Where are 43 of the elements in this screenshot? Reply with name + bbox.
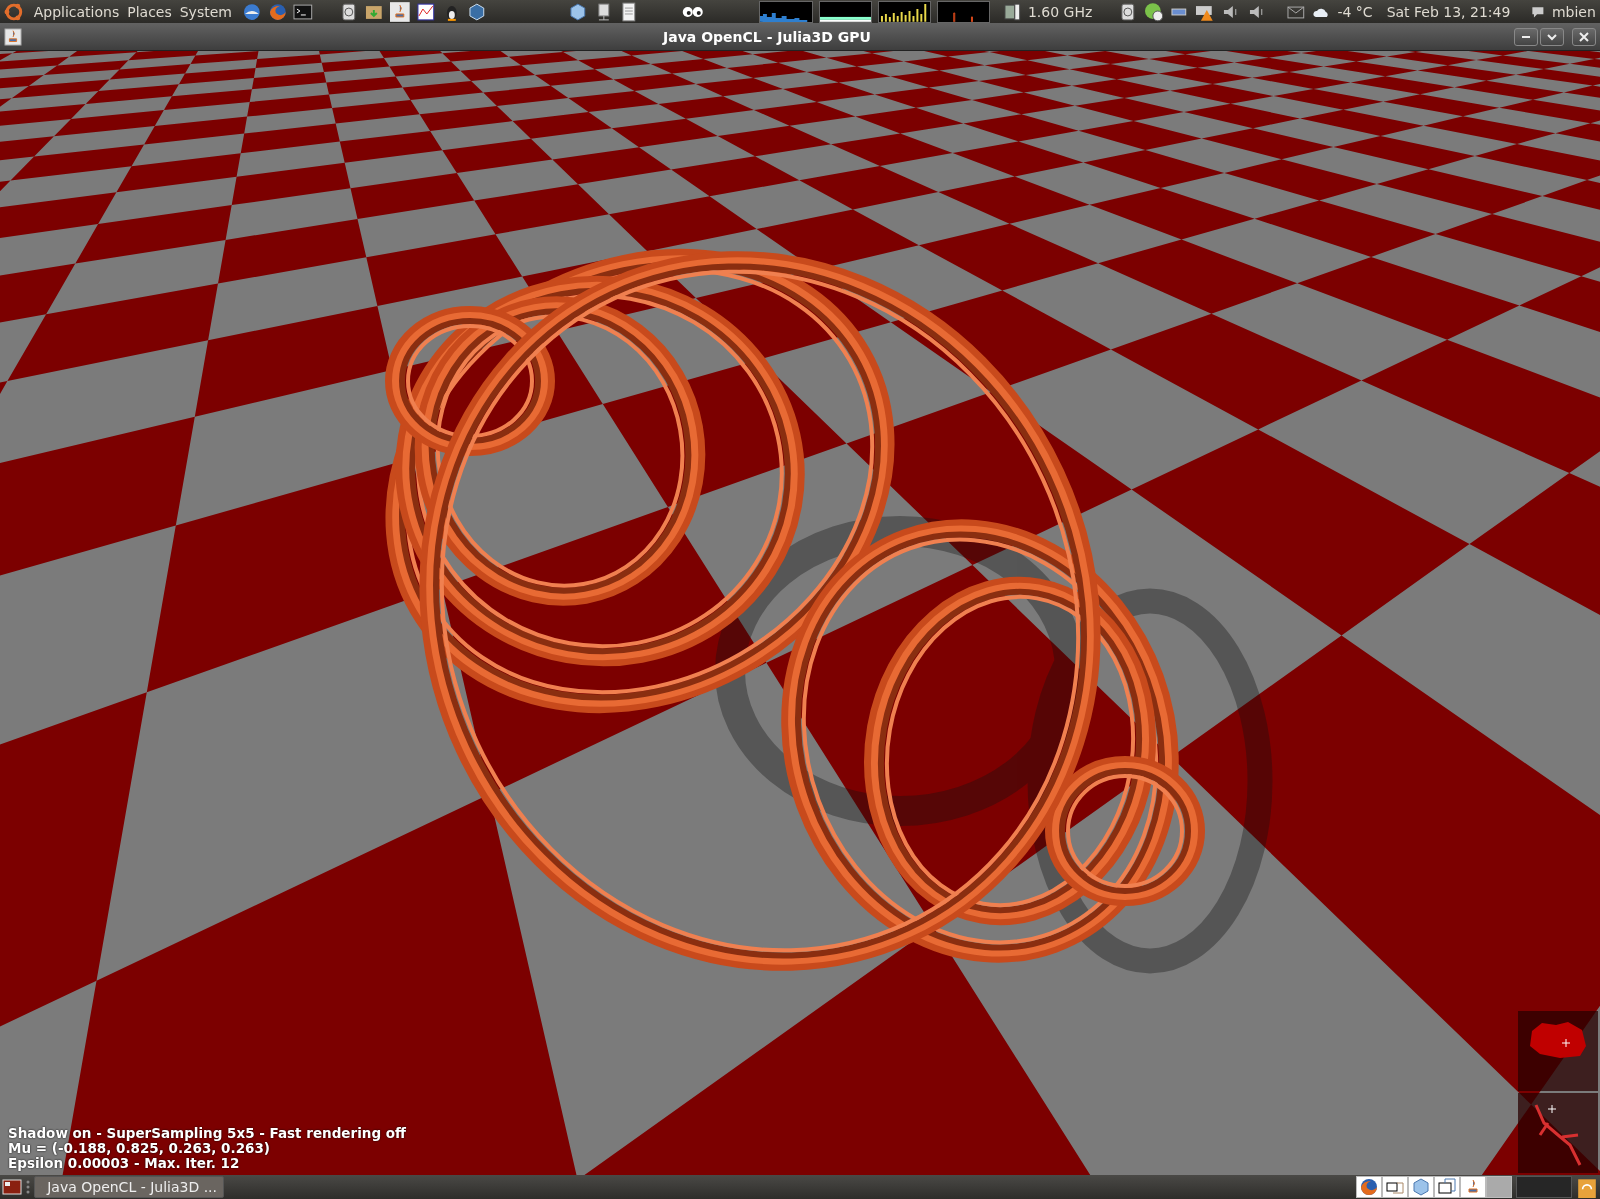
chart-icon[interactable]: [415, 1, 436, 22]
network-load-graph: [759, 0, 813, 23]
status-line: Shadow on - SuperSampling 5x5 - Fast rendering off: [8, 1126, 406, 1141]
memory-load-graph: [818, 0, 872, 23]
terminal-icon[interactable]: [293, 1, 313, 22]
clock[interactable]: Sat Feb 13, 21:49: [1386, 3, 1511, 20]
window-icon[interactable]: [1435, 1177, 1459, 1197]
trash-icon[interactable]: [1576, 1176, 1598, 1198]
java-cup-icon[interactable]: [4, 27, 22, 46]
browser-icon[interactable]: [1357, 1177, 1381, 1197]
maximize-button[interactable]: [1540, 27, 1564, 46]
window-icon[interactable]: [1383, 1177, 1407, 1197]
mail-client-icon[interactable]: [241, 1, 262, 22]
panel-menu[interactable]: Places: [123, 3, 176, 20]
java-cup-icon[interactable]: [1461, 1177, 1485, 1197]
user-name[interactable]: mbien: [1551, 3, 1596, 20]
cpu-frequency: 1.60 GHz: [1027, 3, 1093, 20]
processor-icon[interactable]: [1002, 1, 1022, 22]
julia-preview-drawing[interactable]: [1518, 1093, 1598, 1173]
ubuntu-logo-icon[interactable]: [4, 1, 24, 22]
panel-menu[interactable]: Applications: [29, 3, 124, 20]
temperature: -4 °C: [1337, 3, 1373, 20]
workspace-tile[interactable]: [1516, 1176, 1572, 1198]
handle-icon[interactable]: [26, 1179, 30, 1195]
close-icon: [1578, 30, 1590, 43]
julia-preview-drawing[interactable]: [1518, 1011, 1598, 1091]
disk-load-graph: [877, 0, 932, 23]
panel-menu[interactable]: System: [175, 3, 236, 20]
status-line: Epsilon 0.00003 - Max. Iter. 12: [8, 1156, 241, 1171]
taskbar-task[interactable]: Java OpenCL - Julia3D ...: [34, 1176, 224, 1198]
minimize-button[interactable]: [1514, 27, 1538, 46]
browser-icon[interactable]: [267, 1, 288, 22]
chevron-down-icon: [1546, 31, 1558, 42]
window-title: Java OpenCL - Julia3D GPU: [661, 28, 872, 45]
java-cup-icon[interactable]: [390, 1, 410, 22]
status-line: Mu = (-0.188, 0.825, 0.263, 0.263): [8, 1141, 271, 1156]
cube-icon[interactable]: [1409, 1177, 1433, 1197]
cube-icon[interactable]: [467, 1, 487, 22]
chat-status-icon[interactable]: [1143, 1, 1164, 22]
close-button[interactable]: [1572, 27, 1596, 46]
workspace-tile[interactable]: [1487, 1177, 1511, 1197]
show-desktop-icon[interactable]: [2, 1177, 22, 1197]
cpu-load-graph: [937, 0, 991, 23]
